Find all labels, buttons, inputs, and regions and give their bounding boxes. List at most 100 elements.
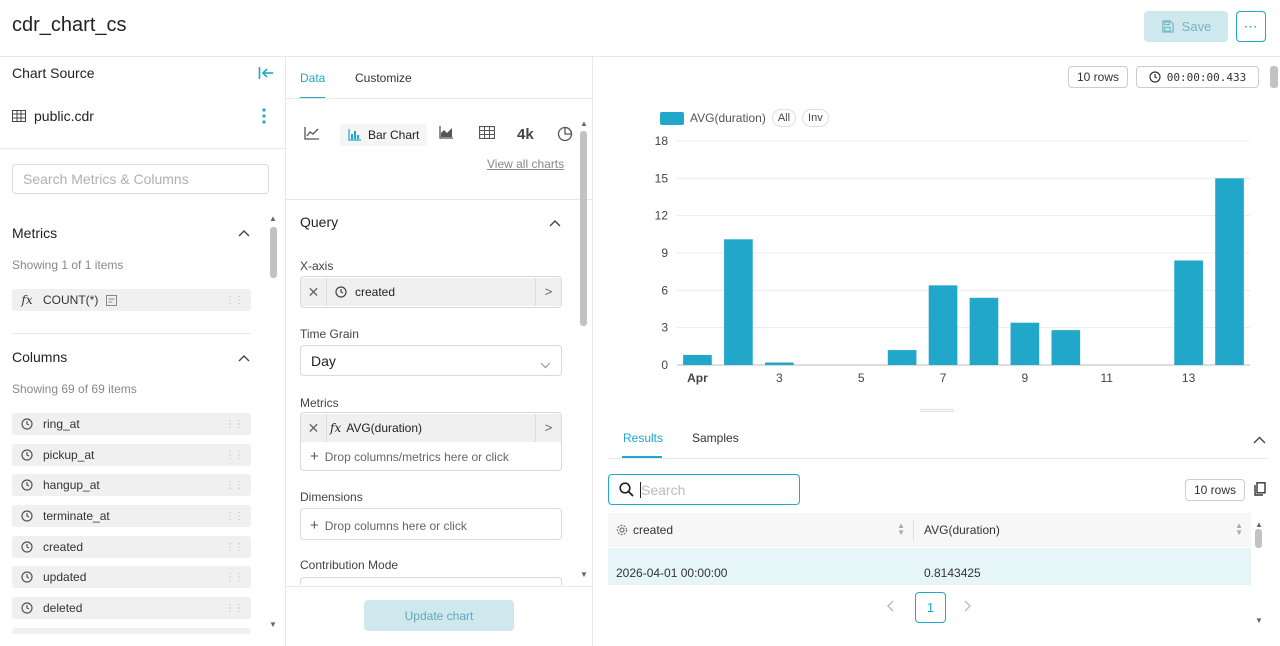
xaxis-pill[interactable]: ✕ created > (301, 278, 561, 306)
bar[interactable] (1174, 260, 1203, 365)
legend-invert-button[interactable]: Inv (802, 109, 829, 127)
table-row[interactable]: 2026-04-01 00:00:00 0.8143425 (608, 548, 1251, 585)
bar[interactable] (724, 239, 753, 365)
drag-handle-icon[interactable]: ⋮⋮ (225, 572, 244, 583)
query-collapse-icon[interactable] (549, 215, 561, 230)
sort-icon[interactable]: ▲ ▼ (897, 522, 905, 537)
time-grain-value: Day (311, 352, 336, 369)
x-tick-label: 7 (940, 371, 947, 385)
tab-data[interactable]: Data (300, 71, 325, 85)
bar[interactable] (928, 285, 958, 365)
metrics-collapse-icon[interactable] (238, 226, 250, 240)
time-grain-select[interactable]: Day (300, 345, 562, 376)
dataset-selector[interactable]: public.cdr (12, 108, 94, 124)
x-tick-label: 11 (1101, 371, 1114, 385)
bar[interactable] (683, 354, 712, 365)
results-search-input[interactable]: Search (608, 474, 800, 505)
tab-results[interactable]: Results (623, 431, 663, 445)
drag-handle-icon[interactable]: ⋮⋮ (225, 603, 244, 614)
legend-swatch[interactable] (660, 111, 684, 125)
view-all-charts-link[interactable]: View all charts (487, 157, 564, 171)
table-scrollbar-thumb[interactable] (1255, 529, 1262, 548)
right-scrollbar-thumb[interactable] (1270, 66, 1278, 88)
remove-icon[interactable]: ✕ (301, 414, 327, 442)
left-scrollbar-thumb[interactable] (270, 227, 277, 278)
save-button[interactable]: Save (1144, 11, 1228, 42)
pie-chart-icon[interactable] (557, 126, 573, 146)
dataset-name: public.cdr (34, 108, 94, 124)
metric-item[interactable]: fx COUNT(*) ⋮⋮ (12, 289, 251, 311)
bar[interactable] (969, 297, 999, 365)
metric-label: COUNT(*) (43, 293, 99, 307)
middle-scrollbar-thumb[interactable] (580, 131, 587, 326)
metrics-field[interactable]: ✕ fx AVG(duration) > + Drop columns/metr… (300, 412, 562, 471)
legend-series-label[interactable]: AVG(duration) (690, 111, 766, 125)
remove-icon[interactable]: ✕ (301, 278, 327, 306)
metrics-divider (12, 333, 251, 334)
legend-all-button[interactable]: All (771, 109, 797, 127)
drag-handle-icon[interactable]: ⋮⋮ (225, 450, 244, 461)
table-header: created ▲ ▼ AVG(duration) ▲ ▼ (608, 513, 1251, 547)
dimensions-drop-zone[interactable]: + Drop columns here or click (310, 517, 467, 534)
chevron-down-icon (540, 356, 551, 372)
tab-samples[interactable]: Samples (692, 431, 739, 445)
dataset-menu-icon[interactable] (262, 108, 266, 128)
bar[interactable] (1051, 330, 1081, 365)
copy-icon[interactable] (1254, 482, 1266, 499)
column-item[interactable]: updated ⋮⋮ (12, 566, 251, 588)
bar[interactable] (1215, 178, 1244, 365)
drag-handle-icon[interactable]: ⋮⋮ (225, 511, 244, 522)
big-number-icon[interactable]: 4k (517, 126, 534, 143)
resize-handle[interactable] (920, 409, 954, 412)
scroll-up-icon[interactable]: ▲ (269, 214, 277, 223)
column-item[interactable]: deleted ⋮⋮ (12, 597, 251, 619)
update-chart-button[interactable]: Update chart (364, 600, 514, 631)
bar[interactable] (1010, 322, 1040, 365)
collapse-panel-icon[interactable] (258, 66, 274, 85)
drag-handle-icon[interactable]: ⋮⋮ (225, 480, 244, 491)
scroll-up-icon[interactable]: ▲ (580, 119, 588, 128)
table-chart-icon[interactable] (478, 125, 496, 143)
next-page-icon[interactable] (964, 600, 972, 615)
sort-icon[interactable]: ▲ ▼ (1235, 522, 1243, 537)
scroll-up-icon[interactable]: ▲ (1255, 520, 1263, 529)
scroll-down-icon[interactable]: ▼ (269, 620, 277, 629)
drag-handle-icon[interactable]: ⋮⋮ (225, 542, 244, 553)
column-item[interactable]: created ⋮⋮ (12, 536, 251, 558)
scroll-down-icon[interactable]: ▼ (1255, 616, 1263, 625)
settings-icon (616, 524, 628, 536)
clock-icon (335, 286, 347, 298)
metrics-drop-zone[interactable]: + Drop columns/metrics here or click (310, 448, 509, 465)
drag-handle-icon[interactable]: ⋮⋮ (225, 295, 244, 306)
tab-customize[interactable]: Customize (355, 71, 412, 85)
contribution-mode-select[interactable] (300, 577, 562, 585)
search-metrics-columns-input[interactable] (12, 164, 269, 194)
more-options-button[interactable]: ⋯ (1236, 11, 1266, 42)
dimensions-field[interactable]: + Drop columns here or click (300, 508, 562, 540)
header-avg-duration[interactable]: AVG(duration) ▲ ▼ (914, 522, 1251, 538)
collapse-results-icon[interactable] (1253, 432, 1266, 447)
metric-pill[interactable]: ✕ fx AVG(duration) > (301, 414, 561, 442)
bar[interactable] (887, 350, 917, 365)
header-created[interactable]: created ▲ ▼ (608, 522, 913, 537)
column-item[interactable]: pickup_at ⋮⋮ (12, 444, 251, 466)
column-item[interactable]: terminate_at ⋮⋮ (12, 505, 251, 527)
scroll-down-icon[interactable]: ▼ (580, 570, 588, 579)
area-chart-icon[interactable] (439, 126, 454, 143)
xaxis-field[interactable]: ✕ created > (300, 276, 562, 308)
bar-chart-option[interactable]: Bar Chart (340, 124, 428, 146)
y-tick-label: 12 (655, 209, 669, 223)
line-chart-icon[interactable] (304, 126, 320, 144)
chevron-right-icon[interactable]: > (535, 278, 561, 306)
bar[interactable] (764, 362, 794, 365)
chevron-right-icon[interactable]: > (535, 414, 561, 442)
column-item[interactable]: ring_at ⋮⋮ (12, 413, 251, 435)
prev-page-icon[interactable] (886, 600, 894, 615)
columns-collapse-icon[interactable] (238, 351, 250, 365)
chart-source-title: Chart Source (12, 65, 95, 81)
column-item[interactable]: hangup_at ⋮⋮ (12, 474, 251, 496)
page-1-button[interactable]: 1 (915, 592, 946, 623)
plus-icon: + (310, 448, 319, 465)
x-tick-label: 13 (1182, 371, 1196, 385)
drag-handle-icon[interactable]: ⋮⋮ (225, 419, 244, 430)
